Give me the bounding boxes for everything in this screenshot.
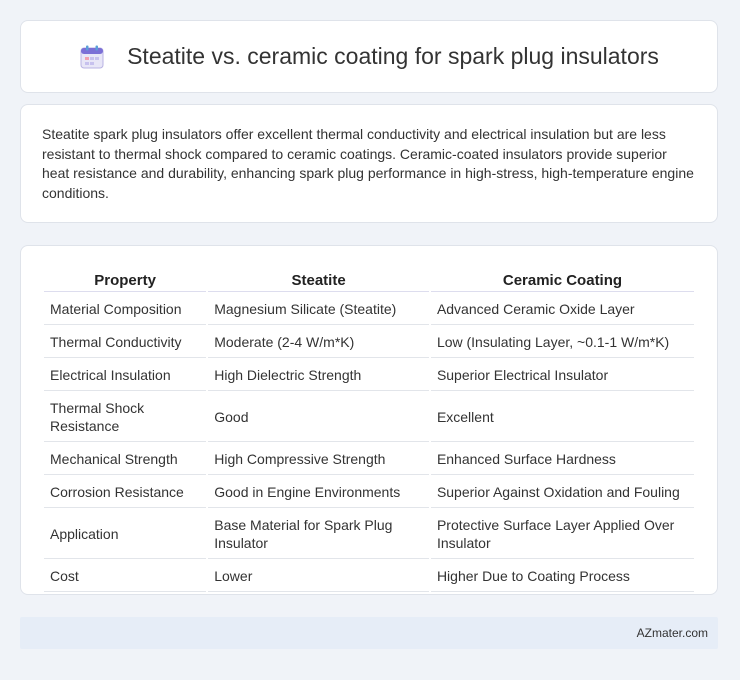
steatite-cell: High Compressive Strength <box>208 444 429 475</box>
ceramic-coating-cell: Advanced Ceramic Oxide Layer <box>430 294 694 325</box>
property-cell: Cost <box>44 561 207 592</box>
summary-text: Steatite spark plug insulators offer exc… <box>42 126 694 201</box>
steatite-cell: Good <box>208 393 429 442</box>
steatite-cell: Magnesium Silicate (Steatite) <box>208 294 429 325</box>
table-row: Thermal Conductivity Moderate (2-4 W/m*K… <box>44 327 694 358</box>
table-row: Electrical Insulation High Dielectric St… <box>44 360 694 391</box>
summary-card: Steatite spark plug insulators offer exc… <box>20 104 718 223</box>
table-row: Mechanical Strength High Compressive Str… <box>44 444 694 475</box>
comparison-table-card: Property Steatite Ceramic Coating Materi… <box>20 245 718 595</box>
steatite-cell: Good in Engine Environments <box>208 477 429 508</box>
footer-bar: AZmater.com <box>20 617 718 649</box>
table-row: Thermal Shock Resistance Good Excellent <box>44 393 694 442</box>
steatite-cell: Moderate (2-4 W/m*K) <box>208 327 429 358</box>
ceramic-coating-cell: Superior Against Oxidation and Fouling <box>430 477 694 508</box>
page-title: Steatite vs. ceramic coating for spark p… <box>127 43 659 69</box>
column-header-steatite: Steatite <box>208 268 429 292</box>
steatite-cell: High Dielectric Strength <box>208 360 429 391</box>
ceramic-coating-cell: Protective Surface Layer Applied Over In… <box>430 510 694 559</box>
ceramic-coating-cell: Enhanced Surface Hardness <box>430 444 694 475</box>
steatite-cell: Lower <box>208 561 429 592</box>
table-row: Corrosion Resistance Good in Engine Envi… <box>44 477 694 508</box>
ceramic-coating-cell: Low (Insulating Layer, ~0.1-1 W/m*K) <box>430 327 694 358</box>
table-row: Cost Lower Higher Due to Coating Process <box>44 561 694 592</box>
ceramic-coating-cell: Higher Due to Coating Process <box>430 561 694 592</box>
header-card: Steatite vs. ceramic coating for spark p… <box>20 20 718 93</box>
property-cell: Thermal Conductivity <box>44 327 207 358</box>
footer-site-link[interactable]: AZmater.com <box>637 626 708 640</box>
property-cell: Corrosion Resistance <box>44 477 207 508</box>
ceramic-coating-cell: Superior Electrical Insulator <box>430 360 694 391</box>
steatite-cell: Base Material for Spark Plug Insulator <box>208 510 429 559</box>
column-header-property: Property <box>44 268 207 292</box>
property-cell: Application <box>44 510 207 559</box>
property-cell: Electrical Insulation <box>44 360 207 391</box>
column-header-ceramic-coating: Ceramic Coating <box>430 268 694 292</box>
ceramic-coating-cell: Excellent <box>430 393 694 442</box>
table-header-row: Property Steatite Ceramic Coating <box>44 268 694 292</box>
property-cell: Material Composition <box>44 294 207 325</box>
table-row: Material Composition Magnesium Silicate … <box>44 294 694 325</box>
comparison-table: Property Steatite Ceramic Coating Materi… <box>42 266 696 594</box>
table-row: Application Base Material for Spark Plug… <box>44 510 694 559</box>
property-cell: Mechanical Strength <box>44 444 207 475</box>
calendar-icon <box>80 45 104 68</box>
property-cell: Thermal Shock Resistance <box>44 393 207 442</box>
